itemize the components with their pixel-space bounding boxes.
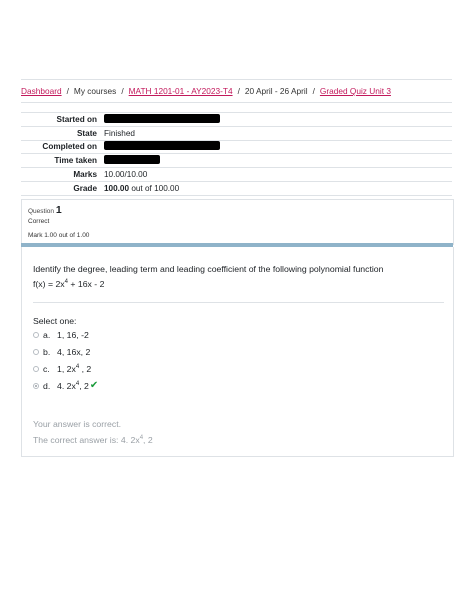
radio-button[interactable]: [33, 332, 39, 338]
question-number: Question 1: [28, 204, 62, 216]
radio-button[interactable]: [33, 366, 39, 372]
grade-label: Grade: [73, 183, 97, 193]
breadcrumb-dashboard-link[interactable]: Dashboard: [21, 86, 62, 96]
radio-button-selected[interactable]: [33, 383, 39, 389]
redacted-time-taken: [104, 155, 160, 165]
state-value: Finished: [104, 128, 135, 138]
grade-score: 100.00: [104, 183, 130, 193]
summary-row-grade: Grade 100.00 out of 100.00: [21, 182, 452, 196]
summary-row-time: Time taken: [21, 154, 452, 169]
option-letter: d.: [43, 381, 51, 391]
summary-row-marks: Marks 10.00/10.00: [21, 168, 452, 182]
state-label: State: [76, 128, 97, 138]
check-icon: ✔: [89, 380, 99, 391]
question-content: Identify the degree, leading term and le…: [21, 247, 454, 457]
breadcrumb-separator: /: [121, 86, 124, 96]
correct-answer-text: The correct answer is: 4. 2x4, 2: [33, 435, 153, 445]
question-mark: Mark 1.00 out of 1.00: [28, 232, 90, 239]
breadcrumb-separator: /: [237, 86, 240, 96]
question-number-value: 1: [55, 204, 62, 216]
breadcrumb-separator: /: [312, 86, 315, 96]
breadcrumb: Dashboard / My courses / MATH 1201-01 - …: [21, 79, 452, 103]
marks-label: Marks: [73, 170, 97, 180]
divider: [33, 302, 444, 303]
summary-row-state: State Finished: [21, 127, 452, 141]
radio-button[interactable]: [33, 349, 39, 355]
redacted-completed-on: [104, 141, 220, 151]
answer-option-c[interactable]: c. 1, 2x4 , 2: [33, 363, 91, 375]
answer-option-a[interactable]: a. 1, 16, -2: [33, 329, 89, 341]
time-taken-label: Time taken: [54, 156, 97, 166]
option-text: 1, 16, -2: [57, 330, 89, 340]
question-info: Question 1 Correct Mark 1.00 out of 1.00: [21, 199, 454, 245]
option-text: 1, 2x4 , 2: [57, 364, 92, 374]
breadcrumb-week: 20 April - 26 April: [244, 86, 308, 96]
feedback-correct: Your answer is correct.: [33, 419, 122, 429]
question-formula: f(x) = 2x4 + 16x - 2: [33, 279, 105, 289]
redacted-started-on: [104, 113, 220, 123]
option-text: 4, 16x, 2: [57, 347, 91, 357]
breadcrumb-my-courses: My courses: [73, 86, 117, 96]
breadcrumb-separator: /: [66, 86, 69, 96]
breadcrumb-quiz-link[interactable]: Graded Quiz Unit 3: [320, 86, 391, 96]
started-on-label: Started on: [56, 114, 98, 124]
summary-row-started: Started on: [21, 113, 452, 127]
grade-value: 100.00 out of 100.00: [104, 184, 179, 193]
select-one-prompt: Select one:: [33, 316, 77, 326]
summary-row-completed: Completed on: [21, 141, 452, 155]
grade-total: out of 100.00: [129, 183, 180, 193]
question-text: Identify the degree, leading term and le…: [33, 264, 384, 274]
question-number-label: Question: [28, 208, 55, 215]
option-text: 4. 2x4, 2: [57, 381, 89, 391]
option-letter: b.: [43, 347, 51, 357]
option-letter: c.: [43, 364, 50, 374]
completed-on-label: Completed on: [42, 142, 97, 152]
answer-option-d[interactable]: d. 4. 2x4, 2 ✔: [33, 380, 98, 392]
breadcrumb-course-link[interactable]: MATH 1201-01 - AY2023-T4: [129, 86, 233, 96]
marks-value: 10.00/10.00: [104, 170, 148, 180]
answer-option-b[interactable]: b. 4, 16x, 2: [33, 346, 90, 358]
attempt-summary: Started on State Finished Completed on T…: [21, 112, 452, 196]
option-letter: a.: [43, 330, 51, 340]
question-state: Correct: [28, 218, 50, 225]
